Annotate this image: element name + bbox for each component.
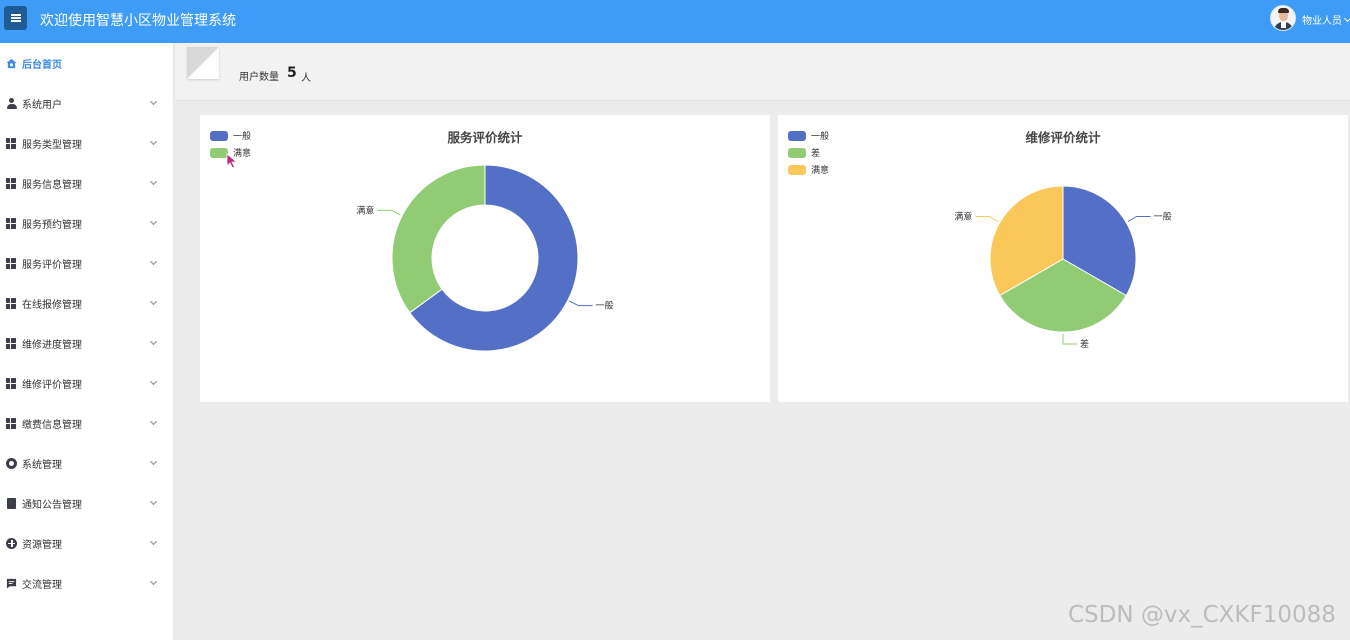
legend-label: 差 <box>811 149 821 159</box>
slice-label: 满意 <box>356 204 374 216</box>
label-leader-line <box>377 209 401 216</box>
home-icon <box>6 58 17 68</box>
chevron-down-icon <box>149 577 158 586</box>
sidebar-item-service-info[interactable]: 服务信息管理 <box>0 163 174 203</box>
legend-item[interactable]: 差 <box>788 144 829 161</box>
legend-label: 一般 <box>811 132 830 142</box>
legend-label: 一般 <box>233 132 252 142</box>
label-leader-line <box>1062 334 1077 345</box>
legend-item[interactable]: 满意 <box>788 161 829 178</box>
sidebar-item-system-admin[interactable]: 系统管理 <box>0 443 174 483</box>
hamburger-icon <box>10 14 21 22</box>
grid-icon <box>6 257 17 269</box>
sidebar-item-resources[interactable]: 资源管理 <box>0 523 174 563</box>
grid-icon <box>6 417 17 429</box>
chevron-down-icon <box>149 497 158 506</box>
legend-swatch <box>210 130 228 141</box>
user-icon <box>6 97 17 109</box>
service-review-chart-panel: 一般 满意 服务评价统计 一般 满意 <box>200 115 770 402</box>
label-leader-line <box>569 300 593 307</box>
grid-icon <box>6 217 17 229</box>
chevron-down-icon <box>149 297 158 306</box>
chevron-down-icon <box>149 257 158 266</box>
sidebar-item-communication[interactable]: 交流管理 <box>0 563 174 603</box>
chevron-down-icon <box>149 417 158 426</box>
grid-icon <box>6 297 17 309</box>
top-header: 欢迎使用智慧小区物业管理系统 物业人员 <box>0 0 1350 43</box>
sidebar-item-announcements[interactable]: 通知公告管理 <box>0 483 174 523</box>
chart-title: 维修评价统计 <box>1025 130 1101 145</box>
slice-label: 一般 <box>1154 211 1172 223</box>
sidebar-item-repair-review[interactable]: 维修评价管理 <box>0 363 174 403</box>
app-title: 欢迎使用智慧小区物业管理系统 <box>40 13 236 29</box>
stat-thumbnail <box>187 47 219 79</box>
chevron-down-icon <box>149 137 158 146</box>
repair-review-chart-panel: 一般差满意 维修评价统计 一般差满意 <box>778 115 1348 402</box>
chart-title: 服务评价统计 <box>447 130 523 145</box>
chevron-down-icon <box>149 377 158 386</box>
document-icon <box>7 497 16 509</box>
chevron-down-icon <box>149 537 158 546</box>
sidebar: 后台首页 系统用户 服务类型管理 服务信息管理 服务预约管理 服务评价管理 在线… <box>0 43 174 640</box>
chevron-down-icon <box>1343 14 1350 22</box>
grid-icon <box>6 137 17 149</box>
chevron-down-icon <box>149 217 158 226</box>
legend-item[interactable]: 一般 <box>788 127 829 144</box>
mouse-cursor-icon <box>226 153 238 169</box>
sidebar-item-home[interactable]: 后台首页 <box>0 43 174 83</box>
pie-slice[interactable] <box>391 164 486 314</box>
chevron-down-icon <box>149 457 158 466</box>
legend-swatch <box>788 147 806 158</box>
legend-label: 满意 <box>811 166 830 176</box>
chart-legend: 一般差满意 <box>788 127 829 178</box>
user-avatar[interactable] <box>1270 5 1296 31</box>
legend-item[interactable]: 一般 <box>210 127 251 144</box>
sidebar-item-payment-info[interactable]: 缴费信息管理 <box>0 403 174 443</box>
user-count-unit: 人 <box>301 73 311 84</box>
grid-icon <box>6 177 17 189</box>
grid-icon <box>6 377 17 389</box>
chat-icon <box>6 578 17 589</box>
slice-label: 差 <box>1080 338 1089 350</box>
slice-label: 满意 <box>954 211 972 223</box>
chevron-down-icon <box>149 337 158 346</box>
sidebar-item-service-review[interactable]: 服务评价管理 <box>0 243 174 283</box>
label-leader-line <box>1127 216 1151 222</box>
legend-swatch <box>788 164 806 175</box>
sidebar-item-service-booking[interactable]: 服务预约管理 <box>0 203 174 243</box>
plus-circle-icon <box>6 537 17 549</box>
sidebar-item-repair-progress[interactable]: 维修进度管理 <box>0 323 174 363</box>
stats-strip <box>175 43 1350 101</box>
user-count-value: 5 <box>287 65 297 81</box>
sidebar-item-online-repair[interactable]: 在线报修管理 <box>0 283 174 323</box>
menu-toggle-button[interactable] <box>4 6 27 30</box>
legend-swatch <box>788 130 806 141</box>
sidebar-item-service-types[interactable]: 服务类型管理 <box>0 123 174 163</box>
user-count-label: 用户数量 <box>239 72 279 83</box>
chevron-down-icon <box>149 177 158 186</box>
gear-icon <box>6 457 17 469</box>
user-menu-dropdown[interactable]: 物业人员 <box>1302 12 1350 27</box>
user-role-label: 物业人员 <box>1302 16 1342 27</box>
grid-icon <box>6 337 17 349</box>
sidebar-item-system-users[interactable]: 系统用户 <box>0 83 174 123</box>
slice-label: 一般 <box>596 300 614 312</box>
service-review-donut-chart: 一般 满意 <box>356 164 614 352</box>
watermark: CSDN @vx_CXKF10088 <box>1068 602 1336 628</box>
label-leader-line <box>975 216 999 222</box>
repair-review-pie-chart: 一般差 满意 <box>954 185 1172 350</box>
chevron-down-icon <box>149 97 158 106</box>
